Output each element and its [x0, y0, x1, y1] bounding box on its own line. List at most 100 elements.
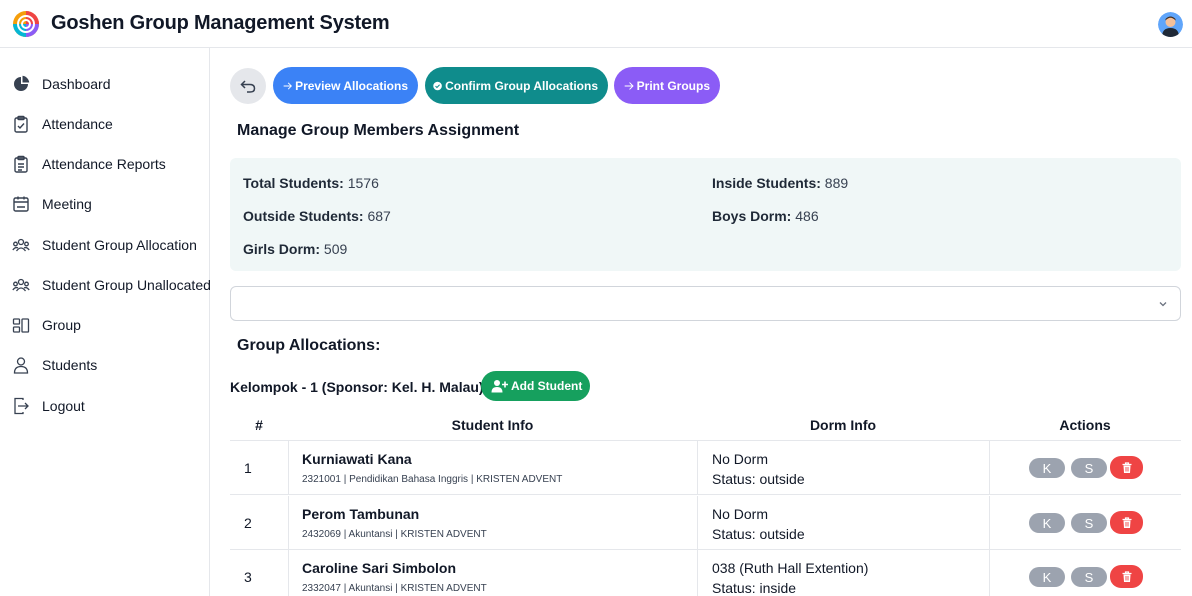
logo-icon: [13, 11, 39, 37]
s-button[interactable]: S: [1071, 567, 1107, 587]
k-button[interactable]: K: [1029, 513, 1065, 533]
print-groups-button[interactable]: Print Groups: [614, 67, 720, 104]
print-groups-label: Print Groups: [636, 78, 710, 93]
users-icon: [12, 238, 30, 252]
sidebar-item-label: Student Group Allocation: [42, 237, 197, 253]
trash-icon: [1122, 516, 1131, 528]
users-icon: [12, 278, 30, 292]
check-circle-icon: [433, 81, 442, 90]
student-name: Kurniawati Kana: [302, 451, 412, 467]
avatar-icon: [1158, 12, 1183, 37]
chevron-down-icon: [1159, 302, 1167, 307]
delete-button[interactable]: [1110, 511, 1143, 534]
sidebar-item-student-group-allocation[interactable]: Student Group Allocation: [0, 229, 209, 261]
row-number: 2: [244, 515, 252, 531]
stat-label: Outside Students:: [243, 208, 364, 224]
avatar[interactable]: [1158, 12, 1183, 37]
column-header-student-info: Student Info: [451, 417, 534, 433]
dorm-name: 038 (Ruth Hall Extention): [712, 560, 869, 576]
sidebar-item-label: Students: [42, 357, 98, 373]
stat-value: 889: [824, 175, 849, 191]
sidebar-item-students[interactable]: Students: [0, 349, 209, 381]
app-title: Goshen Group Management System: [51, 12, 390, 34]
sidebar-item-label: Attendance: [42, 116, 113, 132]
sidebar: Dashboard Attendance Attendance Reports …: [0, 48, 211, 596]
stat-label: Boys Dorm:: [712, 208, 792, 224]
clipboard-check-icon: [14, 115, 28, 133]
arrow-right-icon: [283, 81, 293, 90]
stat-inside-students: Inside Students: 889: [712, 175, 848, 191]
sidebar-item-student-group-unallocated[interactable]: Student Group Unallocated: [0, 269, 211, 301]
stat-label: Inside Students:: [712, 175, 821, 191]
main-content: Preview Allocations Confirm Group Alloca…: [210, 48, 1192, 596]
table-header: # Student Info Dorm Info Actions: [230, 408, 1181, 441]
student-meta: 2432069 | Akuntansi | KRISTEN ADVENT: [302, 529, 487, 540]
row-number: 3: [244, 569, 252, 585]
sidebar-item-label: Group: [42, 317, 81, 333]
grid-icon: [12, 318, 30, 333]
logout-icon: [14, 397, 29, 415]
stat-value: 1576: [347, 175, 379, 191]
k-button[interactable]: K: [1029, 458, 1065, 478]
dorm-status: Status: inside: [712, 580, 797, 596]
stats-panel: Total Students: 1576 Inside Students: 88…: [230, 158, 1181, 271]
column-header-dorm-info: Dorm Info: [809, 417, 877, 433]
user-icon: [13, 357, 29, 374]
student-meta: 2321001 | Pendidikan Bahasa Inggris | KR…: [302, 474, 563, 485]
group-allocations-title: Group Allocations:: [237, 337, 381, 354]
dorm-status: Status: outside: [712, 471, 805, 487]
trash-icon: [1122, 570, 1131, 582]
s-button[interactable]: S: [1071, 513, 1107, 533]
pie-chart-icon: [14, 75, 30, 91]
calendar-icon: [13, 196, 29, 212]
sidebar-item-label: Logout: [42, 398, 85, 414]
student-meta: 2332047 | Akuntansi | KRISTEN ADVENT: [302, 583, 487, 594]
sidebar-item-dashboard[interactable]: Dashboard: [0, 68, 209, 100]
sidebar-item-meeting[interactable]: Meeting: [0, 188, 209, 220]
confirm-group-allocations-label: Confirm Group Allocations: [445, 78, 598, 93]
back-button[interactable]: [230, 68, 266, 104]
add-student-label: Add Student: [511, 379, 583, 393]
sidebar-item-logout[interactable]: Logout: [0, 390, 209, 422]
delete-button[interactable]: [1110, 565, 1143, 588]
student-name: Perom Tambunan: [302, 506, 420, 522]
table-row: 1 Kurniawati Kana 2321001 | Pendidikan B…: [230, 441, 1181, 495]
student-name: Caroline Sari Simbolon: [302, 560, 457, 576]
trash-icon: [1122, 461, 1131, 473]
stat-boys-dorm: Boys Dorm: 486: [712, 208, 819, 224]
stat-label: Total Students:: [243, 175, 344, 191]
dorm-name: No Dorm: [712, 451, 769, 467]
stat-value: 687: [367, 208, 391, 224]
sidebar-item-attendance-reports[interactable]: Attendance Reports: [0, 148, 209, 180]
sidebar-item-label: Student Group Unallocated: [42, 277, 211, 293]
undo-arrow-icon: [240, 80, 256, 93]
group-select[interactable]: [230, 286, 1181, 321]
s-button[interactable]: S: [1071, 458, 1107, 478]
table-row: 2 Perom Tambunan 2432069 | Akuntansi | K…: [230, 496, 1181, 550]
sidebar-item-attendance[interactable]: Attendance: [0, 108, 209, 140]
delete-button[interactable]: [1110, 456, 1143, 479]
sidebar-item-group[interactable]: Group: [0, 309, 209, 341]
column-header-number: #: [255, 417, 263, 433]
add-student-button[interactable]: Add Student: [481, 371, 590, 401]
stat-outside-students: Outside Students: 687: [243, 208, 391, 224]
row-number: 1: [244, 460, 252, 476]
table-row: 3 Caroline Sari Simbolon 2332047 | Akunt…: [230, 550, 1181, 596]
clipboard-list-icon: [14, 155, 28, 173]
stat-total-students: Total Students: 1576: [243, 175, 379, 191]
dorm-status: Status: outside: [712, 526, 805, 542]
dorm-name: No Dorm: [712, 506, 769, 522]
group-title: Kelompok - 1 (Sponsor: Kel. H. Malau): [230, 379, 484, 395]
arrow-right-icon: [624, 81, 634, 90]
preview-allocations-button[interactable]: Preview Allocations: [273, 67, 418, 104]
sidebar-item-label: Dashboard: [42, 76, 111, 92]
sidebar-item-label: Meeting: [42, 196, 92, 212]
stat-girls-dorm: Girls Dorm: 509: [243, 241, 347, 257]
app-header: Goshen Group Management System: [0, 0, 1192, 48]
stat-label: Girls Dorm:: [243, 241, 321, 257]
confirm-group-allocations-button[interactable]: Confirm Group Allocations: [425, 67, 608, 104]
page-title: Manage Group Members Assignment: [237, 122, 520, 139]
stat-value: 486: [795, 208, 819, 224]
column-header-actions: Actions: [1059, 417, 1111, 433]
k-button[interactable]: K: [1029, 567, 1065, 587]
